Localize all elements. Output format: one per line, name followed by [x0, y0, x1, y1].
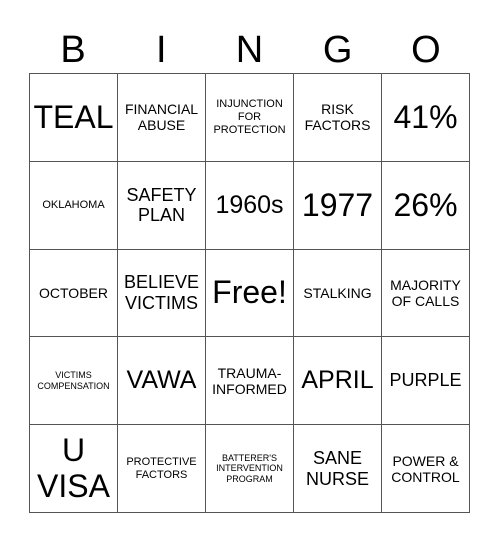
- bingo-cell[interactable]: 1960s: [206, 161, 294, 250]
- bingo-cell[interactable]: VICTIMS COMPENSATION: [30, 337, 118, 426]
- bingo-cell[interactable]: INJUNCTION FOR PROTECTION: [206, 74, 294, 162]
- cell-label: STALKING: [303, 284, 372, 301]
- bingo-cell[interactable]: SANE NURSE: [294, 425, 382, 513]
- cell-label: APRIL: [301, 366, 374, 395]
- bingo-cell[interactable]: U VISA: [30, 425, 118, 513]
- cell-label: VAWA: [126, 366, 197, 395]
- bingo-cell[interactable]: PROTECTIVE FACTORS: [118, 425, 206, 513]
- cell-label: MAJORITY OF CALLS: [390, 276, 461, 309]
- cell-label: INJUNCTION FOR PROTECTION: [213, 98, 286, 136]
- bingo-cell[interactable]: POWER & CONTROL: [382, 425, 470, 513]
- cell-label: 26%: [393, 186, 458, 223]
- bingo-cell[interactable]: STALKING: [294, 249, 382, 338]
- bingo-cell[interactable]: 41%: [382, 74, 470, 162]
- cell-label: RISK FACTORS: [304, 101, 371, 134]
- cell-label: BELIEVE VICTIMS: [123, 272, 200, 313]
- cell-label: SANE NURSE: [305, 447, 369, 489]
- cell-label: VICTIMS COMPENSATION: [37, 370, 110, 391]
- cell-label: TRAUMA-INFORMED: [212, 364, 287, 397]
- cell-label: 1977: [301, 186, 374, 223]
- cell-label: OCTOBER: [39, 284, 108, 301]
- cell-label: 1960s: [215, 190, 284, 219]
- bingo-cell[interactable]: BELIEVE VICTIMS: [118, 249, 206, 338]
- header-letter-b: B: [60, 29, 86, 71]
- cell-label: FINANCIAL ABUSE: [124, 101, 199, 134]
- cell-label: PROTECTIVE FACTORS: [126, 455, 197, 481]
- free-space-cell[interactable]: Free!: [206, 249, 294, 338]
- header-letter-g: G: [322, 29, 353, 71]
- cell-label: PURPLE: [389, 370, 462, 391]
- header-letter-i: I: [156, 29, 167, 71]
- bingo-cell[interactable]: RISK FACTORS: [294, 74, 382, 162]
- header-letter-n: N: [235, 29, 264, 71]
- bingo-grid: TEAL FINANCIAL ABUSE INJUNCTION FOR PROTEC…: [29, 73, 470, 513]
- header-letter-o: O: [411, 29, 441, 71]
- cell-label: POWER & CONTROL: [391, 452, 460, 485]
- cell-label: SAFETY PLAN: [126, 184, 197, 226]
- bingo-header: B I N G O: [29, 27, 470, 73]
- cell-label: Free!: [212, 274, 287, 311]
- cell-label: BATTERER'S INTERVENTION PROGRAM: [216, 453, 283, 484]
- cell-label: 41%: [393, 98, 458, 135]
- bingo-cell[interactable]: PURPLE: [382, 337, 470, 426]
- bingo-cell[interactable]: SAFETY PLAN: [118, 161, 206, 250]
- bingo-cell[interactable]: APRIL: [294, 337, 382, 426]
- bingo-cell[interactable]: OKLAHOMA: [30, 161, 118, 250]
- cell-label: OKLAHOMA: [42, 198, 105, 211]
- bingo-cell[interactable]: 26%: [382, 161, 470, 250]
- bingo-cell[interactable]: FINANCIAL ABUSE: [118, 74, 206, 162]
- cell-label: U VISA: [37, 432, 110, 504]
- bingo-cell[interactable]: BATTERER'S INTERVENTION PROGRAM: [206, 425, 294, 513]
- cell-label: TEAL: [33, 98, 114, 135]
- bingo-cell[interactable]: OCTOBER: [30, 249, 118, 338]
- bingo-cell[interactable]: 1977: [294, 161, 382, 250]
- bingo-cell[interactable]: TEAL: [30, 74, 118, 162]
- bingo-cell[interactable]: TRAUMA-INFORMED: [206, 337, 294, 426]
- bingo-cell[interactable]: MAJORITY OF CALLS: [382, 249, 470, 338]
- bingo-cell[interactable]: VAWA: [118, 337, 206, 426]
